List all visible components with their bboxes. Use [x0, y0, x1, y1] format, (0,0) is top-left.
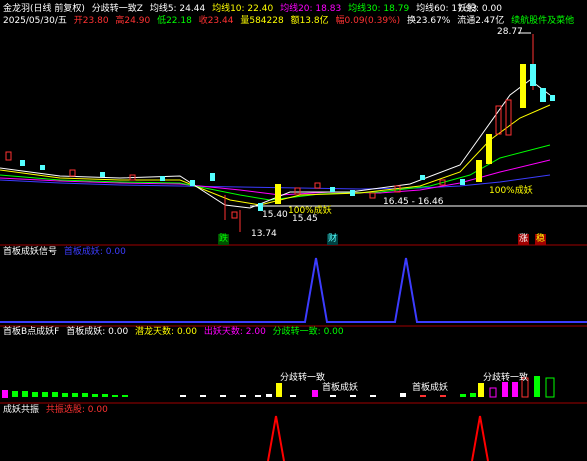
tag-rise: 涨	[518, 234, 530, 245]
panel2-field3: 出妖天数: 2.00	[203, 327, 266, 337]
panel3-name[interactable]: 成妖共振	[3, 405, 39, 415]
high-price-label: 28.77	[497, 27, 523, 37]
candles	[5, 32, 555, 232]
tag-stable: 稳	[535, 234, 547, 245]
signal-line	[0, 257, 587, 323]
panel2-label-a: 分歧转一致	[280, 373, 326, 383]
resonance-line-2	[471, 415, 489, 461]
panel2-field4: 分歧转一致: 0.00	[272, 327, 344, 337]
panel1-name[interactable]: 首板成妖信号	[3, 247, 57, 257]
annotation-range: 16.45 - 16.46	[383, 197, 444, 207]
tag-money: 财	[327, 234, 339, 245]
resonance-line	[267, 415, 285, 461]
kline-chart[interactable]	[0, 0, 587, 461]
tag-fall: 跌	[218, 234, 230, 245]
panel2-label-b: 首板成妖	[322, 383, 359, 393]
annotation-price-b: 15.45	[292, 214, 318, 224]
annotation-yao-c: 100%成妖	[489, 186, 533, 196]
annotation-price-a: 15.40	[262, 210, 288, 220]
panel1-field: 首板成妖: 0.00	[63, 247, 126, 257]
panel2-field2: 潜龙天数: 0.00	[135, 327, 197, 337]
panel2-label-c: 首板成妖	[412, 383, 449, 393]
low-price-label: 13.74	[251, 229, 277, 239]
panel3-field: 共振选股: 0.00	[45, 405, 108, 415]
histogram-bars	[2, 376, 555, 398]
panel2-name[interactable]: 首板B点成妖F	[3, 327, 59, 337]
panel2-field1: 首板成妖: 0.00	[66, 327, 129, 337]
panel2-label-d: 分歧转一致	[483, 373, 529, 383]
